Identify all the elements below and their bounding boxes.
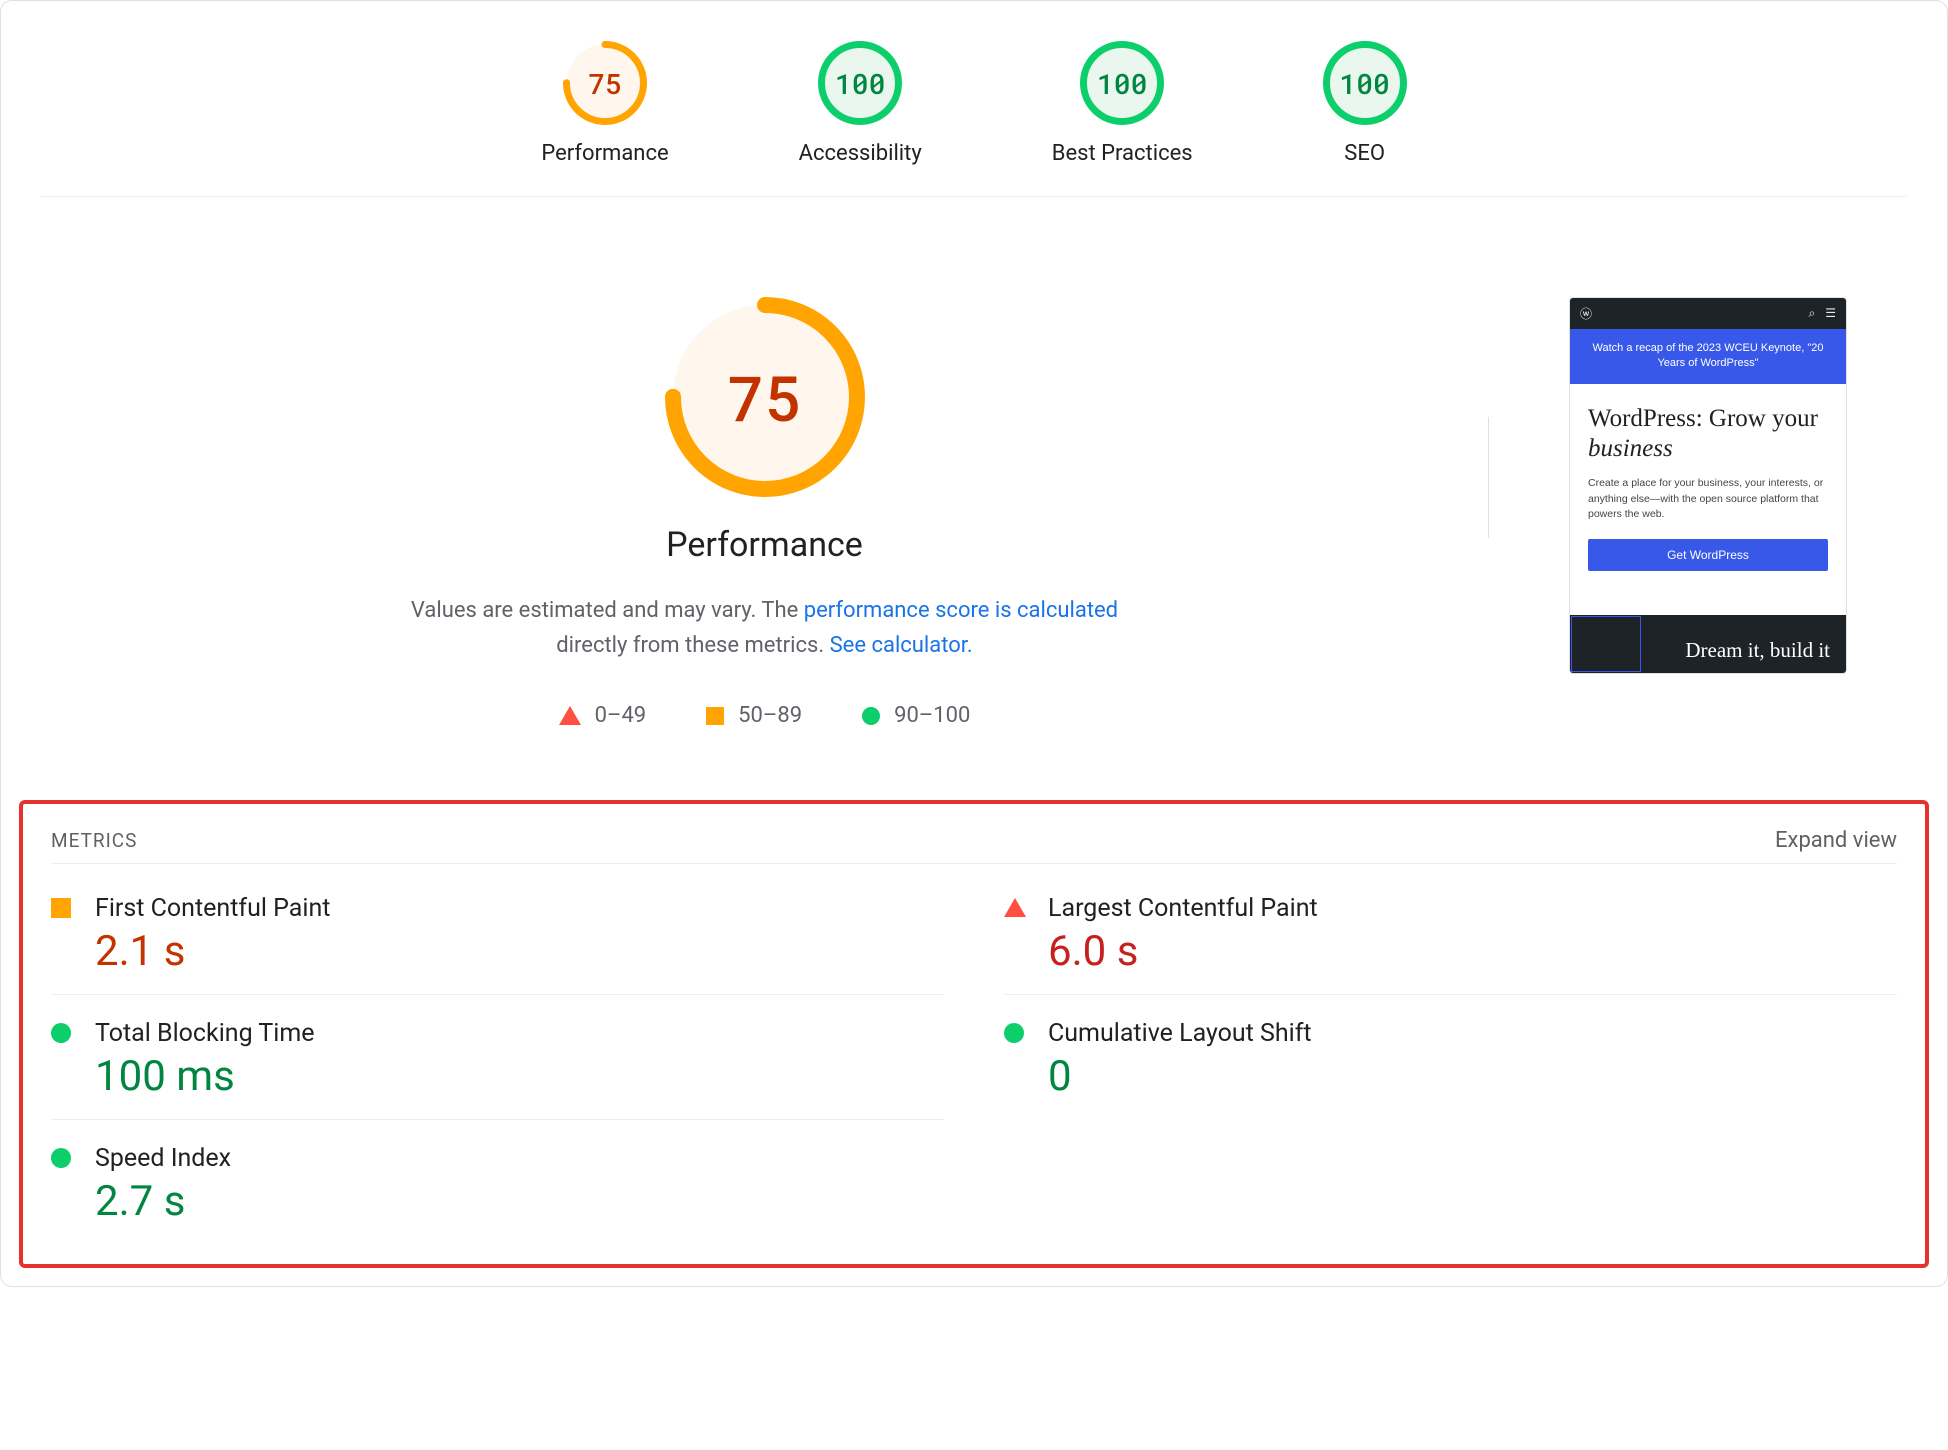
gauge-ring-seo: 100	[1323, 41, 1407, 125]
metric-speed-index[interactable]: Speed Index 2.7 s	[51, 1120, 944, 1244]
metric-name: Largest Contentful Paint	[1048, 894, 1897, 923]
expand-view-toggle[interactable]: Expand view	[1775, 828, 1897, 853]
preview-banner: Watch a recap of the 2023 WCEU Keynote, …	[1570, 329, 1846, 384]
preview-cta-button: Get WordPress	[1588, 539, 1828, 571]
big-gauge: 75	[665, 297, 865, 497]
legend-fail: 0–49	[559, 703, 647, 728]
square-icon	[706, 707, 724, 725]
metric-name: Cumulative Layout Shift	[1048, 1019, 1897, 1048]
legend-pass: 90–100	[862, 703, 970, 728]
square-icon	[51, 894, 73, 976]
performance-summary: 75 Performance Values are estimated and …	[1, 197, 1947, 788]
lighthouse-report: 75 Performance 100 Accessibility 100 Bes…	[0, 0, 1948, 1287]
category-gauges-row: 75 Performance 100 Accessibility 100 Bes…	[41, 1, 1907, 197]
search-icon: ⌕	[1809, 306, 1816, 321]
gauge-performance[interactable]: 75 Performance	[541, 41, 668, 166]
metric-name: Total Blocking Time	[95, 1019, 944, 1048]
metrics-panel: METRICS Expand view First Contentful Pai…	[19, 800, 1929, 1268]
gauge-label: SEO	[1323, 141, 1407, 166]
metric-name: First Contentful Paint	[95, 894, 944, 923]
triangle-icon	[1004, 894, 1026, 976]
circle-icon	[51, 1144, 73, 1226]
metric-value: 0	[1048, 1052, 1897, 1101]
hero-title-em: business	[1588, 435, 1673, 462]
preview-hero-body: Create a place for your business, your i…	[1588, 476, 1828, 523]
metric-fcp[interactable]: First Contentful Paint 2.1 s	[51, 870, 944, 995]
metric-value: 100 ms	[95, 1052, 944, 1101]
menu-icon: ☰	[1825, 306, 1836, 321]
metric-value: 6.0 s	[1048, 927, 1897, 976]
big-gauge-label: Performance	[61, 525, 1468, 565]
legend-average: 50–89	[706, 703, 802, 728]
metrics-header: METRICS Expand view	[51, 828, 1897, 864]
metrics-title: METRICS	[51, 829, 137, 852]
metric-lcp[interactable]: Largest Contentful Paint 6.0 s	[1004, 870, 1897, 995]
gauge-ring-accessibility: 100	[818, 41, 902, 125]
see-calculator-link[interactable]: See calculator.	[830, 633, 973, 658]
preview-top-bar: ⓦ ⌕ ☰	[1570, 298, 1846, 329]
gauge-label: Best Practices	[1052, 141, 1193, 166]
metric-cls[interactable]: Cumulative Layout Shift 0	[1004, 995, 1897, 1120]
disclaimer-mid: directly from these metrics.	[556, 633, 829, 658]
preview-hero: WordPress: Grow your business Create a p…	[1570, 384, 1846, 587]
metric-value: 2.1 s	[95, 927, 944, 976]
gauge-label: Accessibility	[799, 141, 922, 166]
metric-tbt[interactable]: Total Blocking Time 100 ms	[51, 995, 944, 1120]
metric-name: Speed Index	[95, 1144, 944, 1173]
hero-title-text: WordPress: Grow your	[1588, 405, 1818, 432]
disclaimer-pre: Values are estimated and may vary. The	[411, 598, 804, 623]
metric-value: 2.7 s	[95, 1177, 944, 1226]
legend-range: 90–100	[894, 703, 970, 728]
gauge-best-practices[interactable]: 100 Best Practices	[1052, 41, 1193, 166]
circle-icon	[51, 1019, 73, 1101]
disclaimer-text: Values are estimated and may vary. The p…	[61, 593, 1468, 663]
preview-dark-section: Dream it, build it	[1570, 615, 1846, 673]
circle-icon	[1004, 1019, 1026, 1102]
gauge-ring-performance: 75	[563, 41, 647, 125]
gauge-ring-best-practices: 100	[1080, 41, 1164, 125]
vertical-divider	[1488, 417, 1489, 538]
metrics-grid: First Contentful Paint 2.1 s Largest Con…	[51, 870, 1897, 1244]
performance-summary-left: 75 Performance Values are estimated and …	[61, 297, 1468, 728]
page-screenshot-preview: ⓦ ⌕ ☰ Watch a recap of the 2023 WCEU Key…	[1569, 297, 1847, 674]
legend-range: 0–49	[595, 703, 647, 728]
gauge-seo[interactable]: 100 SEO	[1323, 41, 1407, 166]
wordpress-logo-icon: ⓦ	[1580, 305, 1592, 322]
score-legend: 0–49 50–89 90–100	[61, 703, 1468, 728]
preview-hero-title: WordPress: Grow your business	[1588, 404, 1828, 464]
perf-score-calc-link[interactable]: performance score is calculated	[804, 598, 1118, 623]
triangle-icon	[559, 706, 581, 725]
legend-range: 50–89	[738, 703, 802, 728]
circle-icon	[862, 707, 880, 725]
gauge-label: Performance	[541, 141, 668, 166]
preview-dark-text: Dream it, build it	[1685, 637, 1830, 663]
gauge-accessibility[interactable]: 100 Accessibility	[799, 41, 922, 166]
